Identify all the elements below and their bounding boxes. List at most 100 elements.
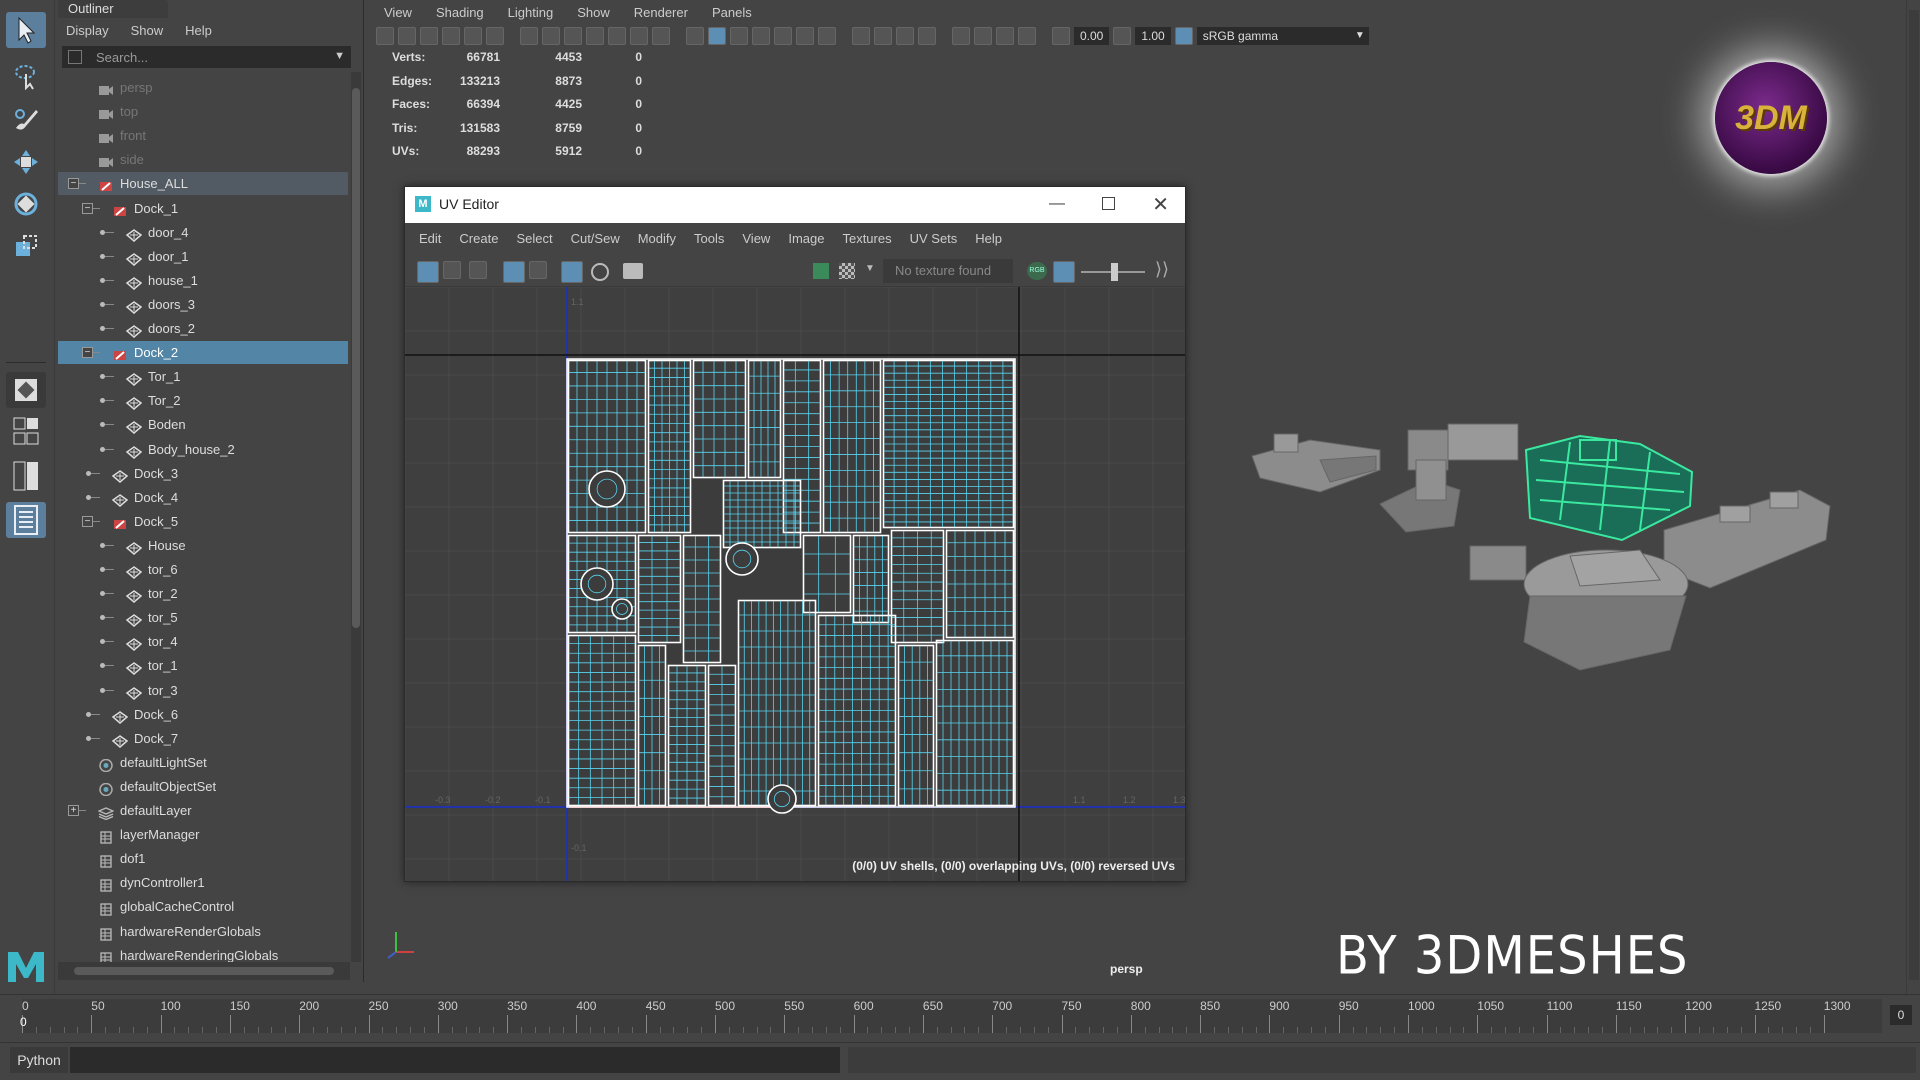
paint-tool-icon[interactable] [6, 100, 46, 136]
smooth-shade-icon[interactable] [708, 27, 726, 45]
snapshot-camera-icon[interactable] [623, 263, 643, 279]
exposure-field[interactable]: 0.00 [1074, 27, 1110, 45]
scrollbar-thumb[interactable] [352, 88, 360, 628]
collapse-icon[interactable]: − [68, 178, 79, 190]
texture-select[interactable]: No texture found [883, 259, 1013, 283]
dim-slider-handle[interactable] [1111, 263, 1118, 281]
collapse-icon[interactable]: − [82, 347, 93, 359]
two-d-pan-icon[interactable] [464, 27, 482, 45]
xray-components-icon[interactable] [1018, 27, 1036, 45]
film-gate-icon[interactable] [542, 27, 560, 45]
outliner-item-dock-2[interactable]: − Dock_2 [58, 341, 348, 365]
outliner-item-doors-2[interactable]: doors_2 [58, 317, 348, 340]
uv-grid-icon[interactable] [561, 261, 583, 283]
collapse-icon[interactable]: − [82, 202, 93, 214]
safe-title-icon[interactable] [652, 27, 670, 45]
maximize-icon[interactable] [1102, 197, 1115, 210]
uv-menu-view[interactable]: View [742, 231, 770, 246]
outliner-item-dock-1[interactable]: − Dock_1 [58, 197, 348, 220]
layout-split-icon[interactable] [6, 458, 46, 494]
exposure-icon[interactable] [1052, 27, 1070, 45]
chevron-down-icon[interactable]: ▼ [865, 263, 875, 274]
outliner-item-tor-2[interactable]: tor_2 [58, 582, 348, 605]
uv-menu-tools[interactable]: Tools [694, 231, 724, 246]
outliner-item-dock-7[interactable]: Dock_7 [58, 727, 348, 750]
outliner-item-dock-4[interactable]: Dock_4 [58, 486, 348, 509]
script-language-button[interactable]: Python [10, 1047, 68, 1073]
chevron-down-icon[interactable]: ▼ [334, 50, 345, 62]
outliner-item-house[interactable]: House [58, 534, 348, 557]
outliner-item-front[interactable]: front [58, 124, 348, 147]
gate-mask-icon[interactable] [586, 27, 604, 45]
layout-single-icon[interactable] [6, 372, 46, 408]
wireframe-on-shaded-icon[interactable] [752, 27, 770, 45]
lasso-tool-icon[interactable] [6, 58, 46, 94]
outliner-item-tor-3[interactable]: tor_3 [58, 679, 348, 702]
dim-image-icon[interactable] [1053, 261, 1075, 283]
uv-distortion-icon[interactable] [529, 261, 547, 279]
outliner-item-tor-4[interactable]: tor_4 [58, 630, 348, 653]
multisample-aa-icon[interactable] [896, 27, 914, 45]
gamma-icon[interactable] [1113, 27, 1132, 45]
scale-tool-icon[interactable] [6, 228, 46, 264]
outliner-item-tor-2[interactable]: Tor_2 [58, 389, 348, 412]
outliner-item-defaultlightset[interactable]: defaultLightSet [58, 751, 348, 774]
outliner-item-body-house-2[interactable]: Body_house_2 [58, 438, 348, 461]
uv-menu-cut-sew[interactable]: Cut/Sew [571, 231, 620, 246]
current-frame-marker[interactable]: 0 [20, 1015, 28, 1033]
minimize-icon[interactable]: — [1049, 195, 1065, 213]
outliner-search-input[interactable]: Search... ▼ [62, 46, 351, 68]
uv-menu-uv-sets[interactable]: UV Sets [910, 231, 958, 246]
panel-menu-panels[interactable]: Panels [712, 5, 752, 20]
uv-select-icon[interactable] [417, 261, 439, 283]
outliner-item-doors-3[interactable]: doors_3 [58, 293, 348, 316]
checker-icon[interactable] [839, 263, 855, 279]
command-input[interactable] [70, 1047, 840, 1073]
panel-menu-show[interactable]: Show [577, 5, 610, 20]
outliner-item-dock-6[interactable]: Dock_6 [58, 703, 348, 726]
outliner-item-boden[interactable]: Boden [58, 413, 348, 436]
shadows-icon[interactable] [818, 27, 836, 45]
layout-four-icon[interactable] [6, 414, 46, 450]
outliner-item-dof1[interactable]: dof1 [58, 847, 348, 870]
outliner-item-tor-1[interactable]: tor_1 [58, 654, 348, 677]
uv-menu-textures[interactable]: Textures [842, 231, 891, 246]
panel-menu-view[interactable]: View [384, 5, 412, 20]
screen-space-ao-icon[interactable] [852, 27, 870, 45]
outliner-item-hardwarerenderingglobals[interactable]: hardwareRenderingGlobals [58, 944, 348, 962]
close-icon[interactable]: ✕ [1152, 192, 1169, 217]
toolbar-expand-icon[interactable]: ⟩⟩ [1155, 259, 1169, 280]
outliner-item-door-1[interactable]: door_1 [58, 245, 348, 268]
motion-blur-icon[interactable] [874, 27, 892, 45]
outliner-item-tor-5[interactable]: tor_5 [58, 606, 348, 629]
uv-tweak-icon[interactable] [469, 261, 487, 279]
camera-attributes-icon[interactable] [398, 27, 416, 45]
select-tool-icon[interactable] [6, 12, 46, 48]
outliner-menu-help[interactable]: Help [185, 23, 212, 38]
outliner-item-tor-6[interactable]: tor_6 [58, 558, 348, 581]
uv-menu-edit[interactable]: Edit [419, 231, 441, 246]
outliner-item-door-4[interactable]: door_4 [58, 221, 348, 244]
outliner-item-persp[interactable]: persp [58, 76, 348, 99]
camera-select-icon[interactable] [376, 27, 394, 45]
color-management-icon[interactable] [1174, 27, 1193, 45]
field-chart-icon[interactable] [608, 27, 626, 45]
time-slider[interactable]: 0 50 100 150 200 250 300 350 400 450 500 550 600 650 7… [0, 994, 1920, 1038]
safe-action-icon[interactable] [630, 27, 648, 45]
uv-menu-select[interactable]: Select [516, 231, 552, 246]
wireframe-icon[interactable] [686, 27, 704, 45]
outliner-item-layermanager[interactable]: layerManager [58, 823, 348, 846]
outliner-item-dyncontroller1[interactable]: dynController1 [58, 871, 348, 894]
outliner-item-hardwarerenderglobals[interactable]: hardwareRenderGlobals [58, 920, 348, 943]
gamma-field[interactable]: 1.00 [1135, 27, 1171, 45]
outliner-item-defaultlayer[interactable]: + defaultLayer [58, 799, 348, 822]
outliner-menu-display[interactable]: Display [66, 23, 109, 38]
uv-isolate-icon[interactable] [503, 261, 525, 283]
grease-pencil-icon[interactable] [486, 27, 504, 45]
outliner-layout-icon[interactable] [6, 502, 46, 538]
outliner-item-dock-5[interactable]: − Dock_5 [58, 510, 348, 533]
outliner-item-defaultobjectset[interactable]: defaultObjectSet [58, 775, 348, 798]
panel-menu-lighting[interactable]: Lighting [508, 5, 554, 20]
outliner-item-globalcachecontrol[interactable]: globalCacheControl [58, 895, 348, 918]
uv-menu-help[interactable]: Help [975, 231, 1002, 246]
